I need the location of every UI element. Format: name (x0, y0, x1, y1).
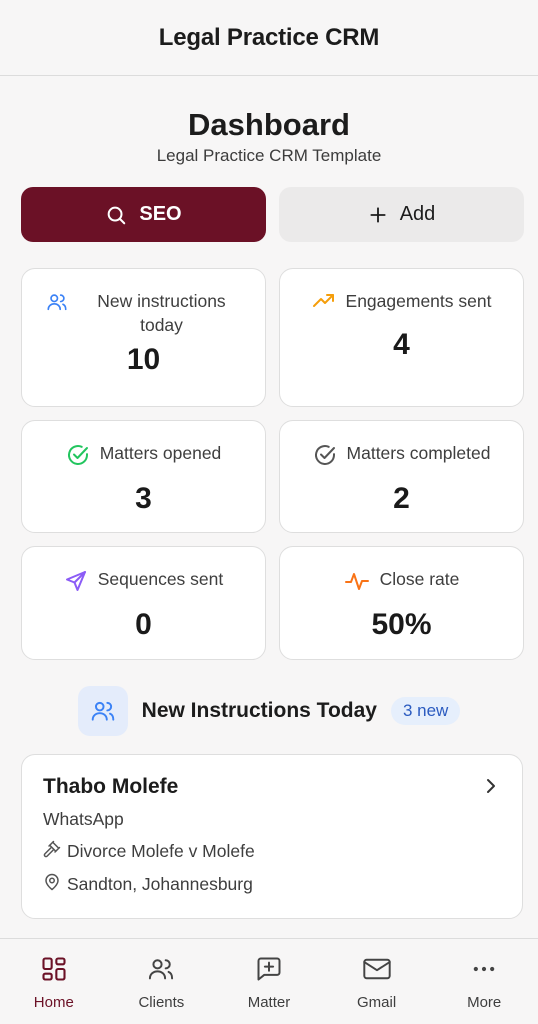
more-icon (470, 955, 498, 988)
stat-value: 50% (371, 608, 432, 641)
stat-card-sequences-sent[interactable]: Sequences sent 0 (21, 546, 266, 660)
stat-card-new-instructions[interactable]: New instructions today 10 (21, 268, 266, 407)
message-plus-icon (255, 955, 283, 988)
nav-home[interactable]: Home (0, 939, 108, 1024)
page-subtitle: Legal Practice CRM Template (156, 146, 382, 165)
nav-label: More (467, 994, 502, 1011)
nav-more[interactable]: More (430, 939, 538, 1024)
activity-icon (344, 569, 370, 598)
page-title: Dashboard (188, 107, 350, 142)
users-icon (46, 291, 68, 318)
nav-gmail[interactable]: Gmail (323, 939, 431, 1024)
stat-label: Sequences sent (97, 569, 224, 589)
check-circle-icon (66, 443, 90, 472)
instruction-channel: WhatsApp (43, 809, 501, 830)
add-button[interactable]: Add (279, 187, 524, 242)
client-name: Thabo Molefe (43, 775, 179, 798)
nav-label: Clients (138, 994, 185, 1011)
app-title: Legal Practice CRM (158, 23, 380, 51)
seo-button[interactable]: SEO (21, 187, 266, 242)
check-circle-icon (313, 443, 337, 472)
trending-up-icon (312, 291, 336, 316)
plus-icon (368, 205, 388, 225)
stat-label: Close rate (379, 569, 460, 589)
instruction-matter: Divorce Molefe v Molefe (43, 840, 501, 863)
stat-card-engagements-sent[interactable]: Engagements sent 4 (279, 268, 524, 407)
section-title: New Instructions Today (141, 699, 377, 722)
seo-button-label: SEO (139, 203, 182, 225)
matter-text: Divorce Molefe v Molefe (67, 841, 255, 861)
nav-matter[interactable]: Matter (215, 939, 323, 1024)
nav-label: Home (33, 994, 74, 1011)
users-icon (77, 686, 128, 736)
stat-label: New instructions today (97, 291, 226, 335)
page-header: Dashboard Legal Practice CRM Template (0, 106, 538, 166)
stat-card-close-rate[interactable]: Close rate 50% (279, 546, 524, 660)
new-count-badge: 3 new (390, 697, 461, 725)
users-icon (147, 955, 175, 988)
add-button-label: Add (399, 203, 436, 225)
search-icon (105, 204, 127, 226)
stat-value: 10 (126, 343, 161, 376)
nav-label: Gmail (356, 994, 397, 1011)
stat-card-matters-opened[interactable]: Matters opened 3 (21, 420, 266, 533)
map-pin-icon (43, 873, 61, 896)
bottom-nav: Home Clients Matter Gmail More (0, 938, 538, 1024)
stat-value: 2 (393, 482, 410, 515)
mail-icon (362, 955, 392, 988)
stat-label: Engagements sent (345, 291, 492, 311)
stat-value: 3 (135, 482, 152, 515)
nav-label: Matter (247, 994, 291, 1011)
new-instructions-section-header: New Instructions Today 3 new (0, 686, 538, 736)
stat-card-matters-completed[interactable]: Matters completed 2 (279, 420, 524, 533)
send-icon (64, 569, 88, 598)
stat-value: 4 (393, 328, 410, 361)
nav-clients[interactable]: Clients (108, 939, 216, 1024)
stat-label: Matters completed (346, 443, 491, 463)
channel-text: WhatsApp (43, 809, 124, 829)
location-text: Sandton, Johannesburg (67, 874, 253, 894)
instruction-card[interactable]: Thabo Molefe WhatsApp Divorce Molefe v M… (21, 754, 523, 919)
grid-icon (40, 955, 68, 988)
instruction-location: Sandton, Johannesburg (43, 873, 501, 896)
stat-label: Matters opened (99, 443, 222, 463)
top-bar: Legal Practice CRM (0, 0, 538, 76)
chevron-right-icon[interactable] (484, 777, 498, 800)
stat-value: 0 (135, 608, 152, 641)
gavel-icon (43, 840, 61, 863)
